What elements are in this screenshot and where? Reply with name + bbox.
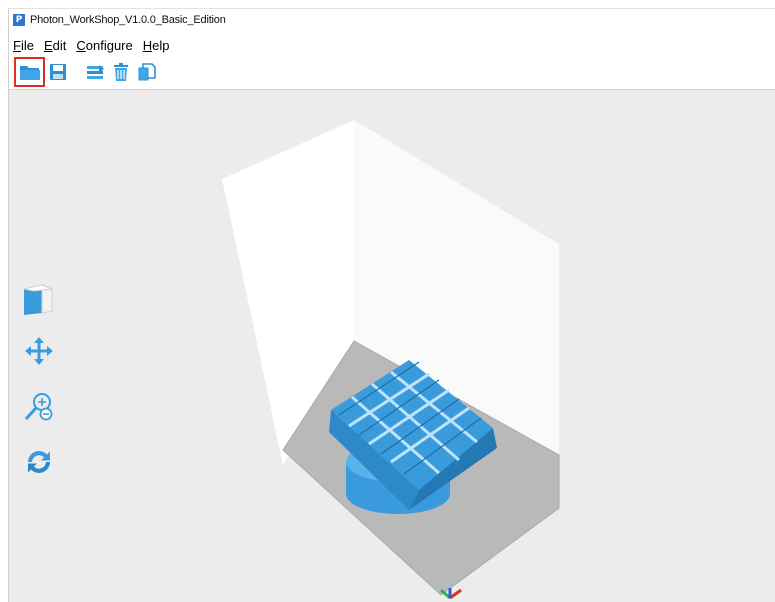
- open-file-button[interactable]: [14, 57, 45, 87]
- toolbar-separator: [76, 61, 77, 83]
- menu-edit[interactable]: Edit: [44, 38, 66, 53]
- menu-configure-label: onfigure: [85, 37, 133, 53]
- move-icon: [25, 337, 53, 365]
- slice-button[interactable]: [83, 60, 107, 84]
- menu-bar: File Edit Configure Help: [9, 35, 180, 55]
- window-title: Photon_WorkShop_V1.0.0_Basic_Edition: [30, 14, 226, 26]
- copy-model-button[interactable]: [135, 60, 159, 84]
- zoom-tool-button[interactable]: [19, 386, 59, 426]
- menu-edit-label: dit: [52, 37, 67, 53]
- scene-canvas[interactable]: [9, 90, 775, 602]
- title-bar: P Photon_WorkShop_V1.0.0_Basic_Edition: [9, 9, 775, 31]
- view-cube-icon: [23, 284, 53, 315]
- menu-file[interactable]: File: [13, 38, 34, 53]
- rotate-tool-button[interactable]: [19, 442, 59, 482]
- menu-configure[interactable]: Configure: [76, 38, 132, 53]
- menu-help-label: elp: [152, 37, 170, 53]
- copy-model-icon: [138, 63, 156, 81]
- delete-model-button[interactable]: [109, 60, 133, 84]
- save-icon: [50, 64, 66, 80]
- open-folder-icon: [19, 66, 40, 80]
- move-tool-button[interactable]: [19, 332, 59, 372]
- save-file-button[interactable]: [46, 60, 70, 84]
- menu-configure-mnemonic: C: [76, 37, 86, 53]
- app-logo-icon: P: [13, 14, 25, 26]
- 3d-viewport[interactable]: [9, 89, 775, 602]
- menu-edit-mnemonic: E: [43, 37, 53, 53]
- toolbar: [9, 56, 775, 88]
- zoom-icon: [24, 393, 53, 421]
- menu-file-mnemonic: F: [13, 37, 21, 53]
- delete-model-icon: [114, 63, 128, 81]
- rotate-icon: [28, 451, 50, 473]
- slice-layers-icon: [87, 65, 104, 79]
- app-window: P Photon_WorkShop_V1.0.0_Basic_Edition F…: [8, 8, 775, 602]
- menu-file-label: ile: [20, 37, 34, 53]
- menu-help-mnemonic: H: [142, 37, 153, 53]
- view-cube-button[interactable]: [19, 280, 59, 320]
- menu-help[interactable]: Help: [143, 38, 170, 53]
